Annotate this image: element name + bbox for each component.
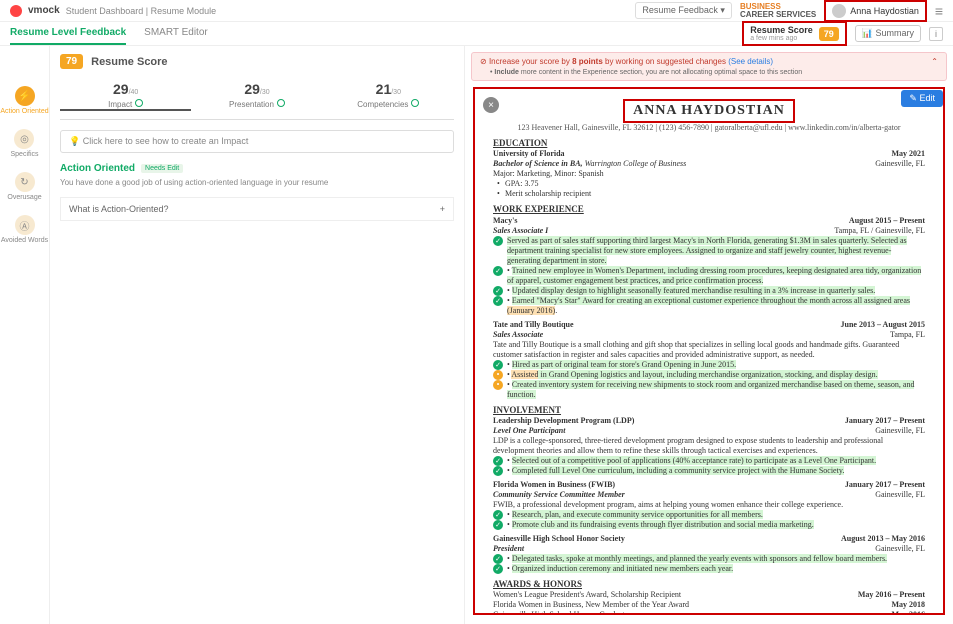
bullet[interactable]: • Hired as part of original team for sto… [493, 360, 925, 370]
check-icon [277, 99, 285, 107]
bullet[interactable]: • Assisted in Grand Opening logistics an… [493, 370, 925, 380]
resume-name: ANNA HAYDOSTIAN [633, 103, 785, 119]
resume-score-value: 79 [819, 27, 839, 41]
plus-icon: + [440, 204, 445, 214]
resume-contact: 123 Heavener Hall, Gainesville, FL 32612… [493, 123, 925, 132]
section-involvement: INVOLVEMENT [493, 405, 925, 416]
resume-preview-panel: ⊘ Increase your score by 8 points by wor… [465, 46, 953, 624]
brand: vmock [28, 5, 60, 16]
summary-button[interactable]: 📊 Summary [855, 25, 921, 42]
vmock-logo-icon [10, 5, 22, 17]
metric-competencies[interactable]: 21/30 Competencies [323, 81, 454, 111]
bullet[interactable]: • Earned "Macy's Star" Award for creatin… [493, 296, 925, 316]
chart-icon: 📊 [862, 28, 873, 38]
sidebar-item-action-oriented[interactable]: ⚡ Action Oriented [0, 86, 48, 115]
bulb-icon: 💡 [69, 136, 80, 146]
info-icon[interactable]: i [929, 27, 943, 41]
resume-feedback-dropdown[interactable]: Resume Feedback ▾ [635, 2, 732, 19]
resume-score-box: Resume Score a few mins ago 79 [742, 21, 847, 46]
sidebar: ⚡ Action Oriented ◎ Specifics ↻ Overusag… [0, 46, 50, 624]
menu-icon[interactable]: ≡ [935, 3, 943, 19]
feedback-panel: 79 Resume Score 29/40 Impact 29/30 Prese… [50, 46, 465, 624]
breadcrumb: Student Dashboard | Resume Module [66, 6, 216, 16]
impact-hint[interactable]: 💡 Click here to see how to create an Imp… [60, 130, 454, 153]
see-details-link[interactable]: (See details) [728, 57, 773, 66]
sidebar-item-overusage[interactable]: ↻ Overusage [7, 172, 41, 201]
metric-impact[interactable]: 29/40 Impact [60, 81, 191, 111]
user-name: Anna Haydostian [850, 6, 919, 16]
bullet[interactable]: • Completed full Level One curriculum, i… [493, 466, 925, 476]
bullet[interactable]: • Selected out of a competitive pool of … [493, 456, 925, 466]
partner-logo: BUSINESS CAREER SERVICES [740, 3, 816, 19]
bullet[interactable]: • Promote club and its fundraising event… [493, 520, 925, 530]
ao-title: Action Oriented [60, 163, 135, 174]
resume-document: × ANNA HAYDOSTIAN 123 Heavener Hall, Gai… [473, 87, 945, 615]
close-icon[interactable]: × [483, 97, 499, 113]
edit-button[interactable]: ✎ Edit [901, 90, 943, 107]
ao-description: You have done a good job of using action… [60, 178, 454, 187]
words-icon: Ⓐ [15, 215, 35, 235]
sidebar-item-avoided-words[interactable]: Ⓐ Avoided Words [1, 215, 48, 244]
bullet[interactable]: Served as part of sales staff supporting… [493, 236, 925, 266]
score-chip: 79 [60, 54, 83, 69]
avatar-icon [832, 4, 846, 18]
section-education: EDUCATION [493, 138, 925, 149]
resume-score-time: a few mins ago [750, 35, 813, 42]
score-title: Resume Score [91, 56, 167, 68]
bullet[interactable]: • Organized induction ceremony and initi… [493, 564, 925, 574]
bullet[interactable]: • Created inventory system for receiving… [493, 380, 925, 400]
accordion-what-is-ao[interactable]: What is Action-Oriented? + [60, 197, 454, 221]
section-awards: AWARDS & HONORS [493, 579, 925, 590]
check-icon [135, 99, 143, 107]
bullet[interactable]: • Research, plan, and execute community … [493, 510, 925, 520]
warning-icon: ⊘ [480, 57, 487, 66]
bullet[interactable]: • Updated display design to highlight se… [493, 286, 925, 296]
resume-score-label: Resume Score [750, 25, 813, 35]
chevron-down-icon: ▾ [720, 5, 725, 15]
user-menu[interactable]: Anna Haydostian [824, 0, 927, 22]
target-icon: ◎ [14, 129, 34, 149]
bullet[interactable]: • Delegated tasks, spoke at monthly meet… [493, 554, 925, 564]
collapse-icon[interactable]: ⌃ [931, 57, 938, 66]
metric-presentation[interactable]: 29/30 Presentation [191, 81, 322, 111]
resume-name-highlight: ANNA HAYDOSTIAN [623, 99, 795, 123]
tab-smart-editor[interactable]: SMART Editor [144, 22, 208, 45]
tabs-row: Resume Level Feedback SMART Editor Resum… [0, 22, 953, 46]
ao-tag: Needs Edit [141, 164, 183, 173]
sidebar-item-specifics[interactable]: ◎ Specifics [10, 129, 38, 158]
section-work: WORK EXPERIENCE [493, 204, 925, 215]
repeat-icon: ↻ [15, 172, 35, 192]
action-icon: ⚡ [15, 86, 35, 106]
check-icon [411, 99, 419, 107]
tab-resume-level-feedback[interactable]: Resume Level Feedback [10, 22, 126, 45]
improvement-banner: ⊘ Increase your score by 8 points by wor… [471, 52, 947, 81]
top-bar: vmock Student Dashboard | Resume Module … [0, 0, 953, 22]
bullet[interactable]: • Trained new employee in Women's Depart… [493, 266, 925, 286]
pencil-icon: ✎ [909, 93, 917, 103]
